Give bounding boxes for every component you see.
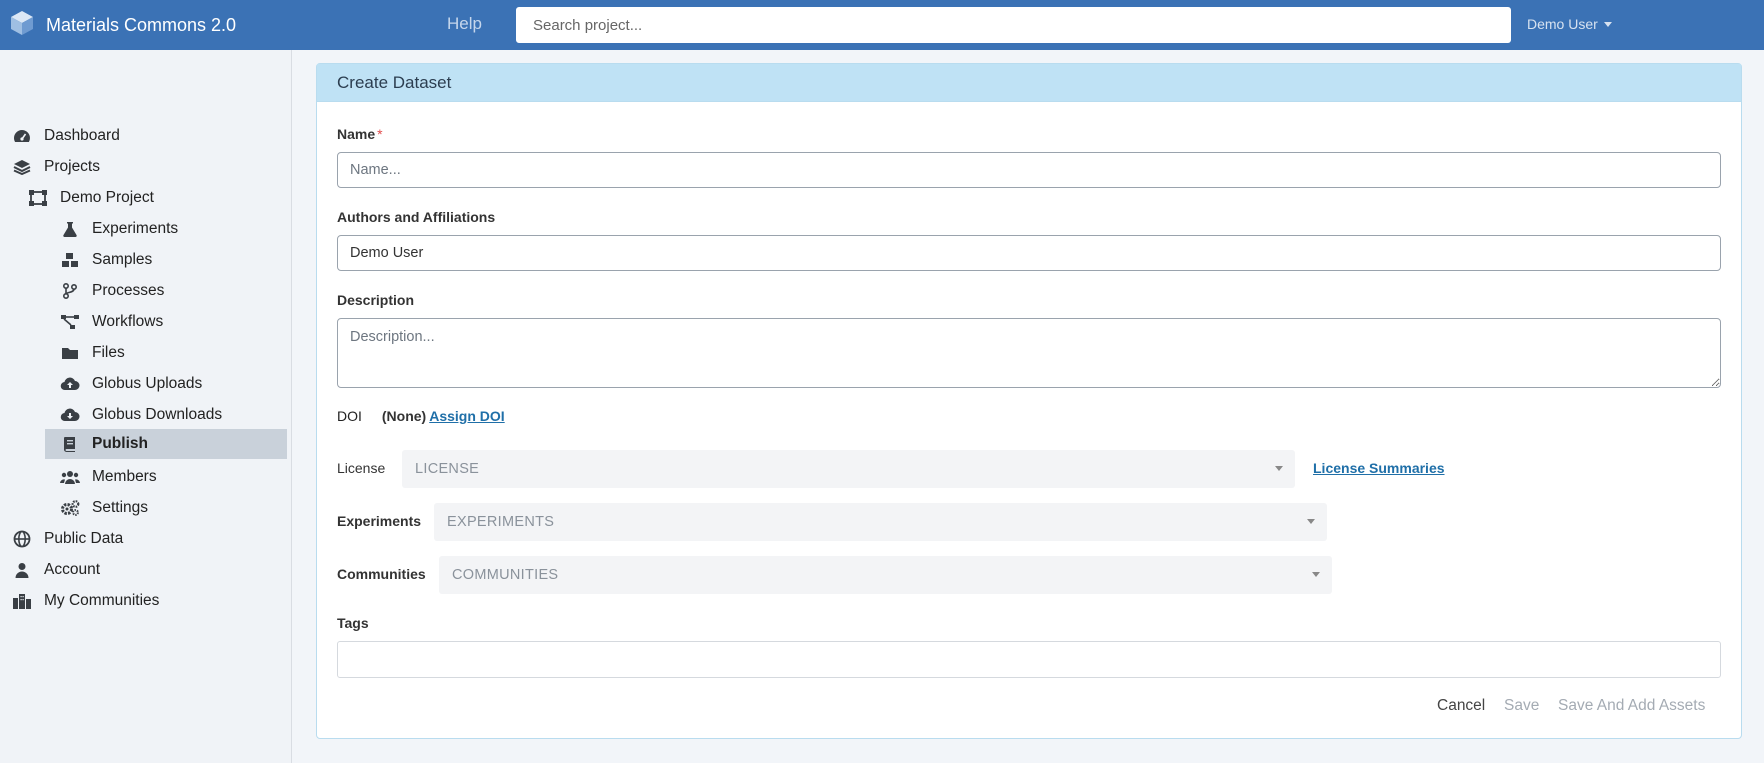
description-label: Description	[337, 292, 415, 308]
sidebar-item-label: Samples	[92, 251, 153, 268]
book-icon	[60, 435, 80, 453]
tags-label: Tags	[337, 615, 369, 631]
save-and-add-assets-button[interactable]: Save And Add Assets	[1558, 697, 1705, 715]
sidebar-item-label: Globus Uploads	[92, 375, 203, 392]
sidebar-item-label: Public Data	[44, 530, 124, 547]
card-header: Create Dataset	[317, 64, 1741, 102]
brand[interactable]: Materials Commons 2.0	[10, 0, 236, 50]
experiments-select[interactable]: EXPERIMENTS	[434, 503, 1327, 541]
doi-value: (None)	[381, 408, 427, 424]
sidebar-item-experiments[interactable]: Experiments	[60, 214, 178, 244]
flask-icon	[60, 220, 80, 238]
sidebar-item-my-communities[interactable]: My Communities	[12, 586, 159, 616]
project-diagram-icon	[28, 189, 48, 207]
sidebar-item-globus-uploads[interactable]: Globus Uploads	[60, 369, 202, 399]
users-icon	[60, 468, 80, 486]
sidebar-item-files[interactable]: Files	[60, 338, 125, 368]
doi-label: DOI	[337, 408, 362, 424]
sidebar-item-globus-downloads[interactable]: Globus Downloads	[60, 400, 222, 430]
sidebar-item-label: Projects	[44, 158, 100, 175]
cloud-upload-icon	[60, 375, 80, 393]
cubes-icon	[60, 251, 80, 269]
city-icon	[12, 592, 32, 610]
cloud-download-icon	[60, 406, 80, 424]
workflow-icon	[60, 313, 80, 331]
sidebar-item-dashboard[interactable]: Dashboard	[12, 121, 120, 151]
cancel-button[interactable]: Cancel	[1437, 697, 1485, 715]
user-menu-label: Demo User	[1527, 16, 1598, 32]
create-dataset-card: Create Dataset Name* Authors and Affilia…	[316, 63, 1742, 739]
sidebar-item-label: Account	[44, 561, 101, 578]
sidebar-item-label: Globus Downloads	[92, 406, 223, 423]
sidebar-item-members[interactable]: Members	[60, 462, 157, 492]
caret-down-icon	[1603, 21, 1612, 27]
code-branch-icon	[60, 282, 80, 300]
app-title: Materials Commons 2.0	[46, 14, 237, 35]
layers-icon	[12, 158, 32, 176]
communities-label: Communities	[337, 566, 426, 582]
name-field[interactable]	[337, 152, 1721, 188]
sidebar-item-label: Workflows	[92, 313, 164, 330]
globe-icon	[12, 530, 32, 548]
description-field[interactable]	[337, 318, 1721, 388]
sidebar-item-label: Processes	[92, 282, 165, 299]
sidebar-item-label: Publish	[92, 435, 148, 452]
tags-input[interactable]	[337, 641, 1721, 678]
sidebar-item-label: Files	[92, 344, 125, 361]
cube-logo-icon	[10, 10, 34, 41]
name-label: Name *	[337, 126, 383, 142]
sidebar-item-label: My Communities	[44, 592, 160, 609]
caret-down-icon	[1312, 572, 1320, 577]
search-input[interactable]	[516, 7, 1511, 43]
sidebar-item-account[interactable]: Account	[12, 555, 100, 585]
required-marker: *	[377, 126, 383, 142]
sidebar-item-processes[interactable]: Processes	[60, 276, 164, 306]
communities-select[interactable]: COMMUNITIES	[439, 556, 1332, 594]
cogs-icon	[60, 499, 80, 517]
user-icon	[12, 561, 32, 579]
sidebar-item-samples[interactable]: Samples	[60, 245, 152, 275]
authors-label: Authors and Affiliations	[337, 209, 496, 225]
help-link[interactable]: Help	[447, 14, 482, 34]
doi-row: DOI (None) Assign DOI	[337, 408, 505, 424]
name-label-text: Name	[337, 126, 376, 142]
caret-down-icon	[1307, 519, 1315, 524]
folder-icon	[60, 344, 80, 362]
experiments-label: Experiments	[337, 513, 422, 529]
sidebar-item-label: Members	[92, 468, 157, 485]
license-select[interactable]: LICENSE	[402, 450, 1295, 488]
experiments-select-value: EXPERIMENTS	[447, 514, 555, 530]
sidebar-item-workflows[interactable]: Workflows	[60, 307, 163, 337]
license-select-value: LICENSE	[415, 461, 480, 477]
user-menu-dropdown[interactable]: Demo User	[1527, 16, 1612, 32]
assign-doi-link[interactable]: Assign DOI	[429, 408, 504, 424]
license-label: License	[337, 460, 386, 476]
sidebar-item-label: Experiments	[92, 220, 179, 237]
sidebar-item-demo-project[interactable]: Demo Project	[28, 183, 154, 213]
license-summaries-link[interactable]: License Summaries	[1313, 460, 1445, 476]
sidebar-item-label: Settings	[92, 499, 149, 516]
save-button[interactable]: Save	[1504, 697, 1539, 715]
sidebar-item-settings[interactable]: Settings	[60, 493, 148, 523]
top-navbar: Materials Commons 2.0 Help Demo User	[0, 0, 1764, 50]
sidebar-item-projects[interactable]: Projects	[12, 152, 100, 182]
authors-field[interactable]	[337, 235, 1721, 271]
sidebar: Dashboard Projects Demo Project Experime…	[0, 50, 292, 763]
sidebar-item-label: Demo Project	[60, 189, 154, 206]
sidebar-item-public-data[interactable]: Public Data	[12, 524, 123, 554]
sidebar-item-label: Dashboard	[44, 127, 120, 144]
tachometer-icon	[12, 127, 32, 145]
communities-select-value: COMMUNITIES	[452, 567, 559, 583]
caret-down-icon	[1275, 466, 1283, 471]
sidebar-item-publish[interactable]: Publish	[45, 429, 287, 459]
